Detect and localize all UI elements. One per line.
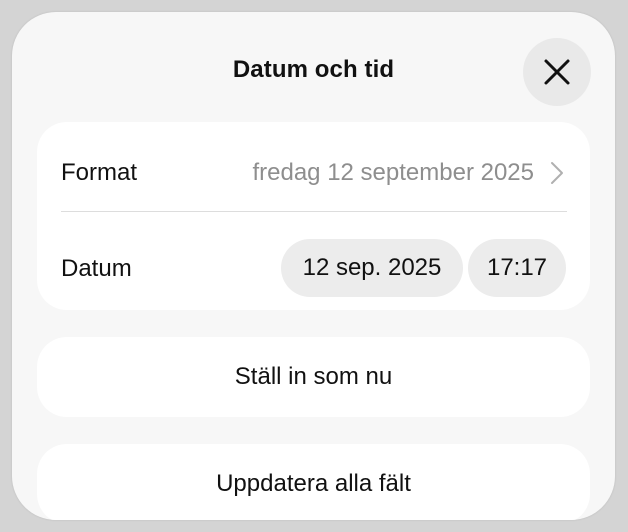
chevron-right-icon[interactable] [550, 161, 564, 185]
date-time-dialog: Datum och tid Format fredag 12 september… [12, 12, 615, 520]
close-button[interactable] [523, 38, 591, 106]
set-now-button[interactable]: Ställ in som nu [37, 337, 590, 417]
date-picker-button[interactable]: 12 sep. 2025 [281, 239, 463, 297]
close-icon [544, 59, 570, 85]
format-label: Format [61, 159, 138, 186]
row-divider [61, 211, 567, 212]
settings-group: Format fredag 12 september 2025 Datum 12… [37, 122, 590, 310]
time-picker-button[interactable]: 17:17 [468, 239, 566, 297]
date-label: Datum [61, 255, 132, 282]
format-value[interactable]: fredag 12 september 2025 [252, 159, 534, 187]
update-all-fields-button[interactable]: Uppdatera alla fält [37, 444, 590, 520]
